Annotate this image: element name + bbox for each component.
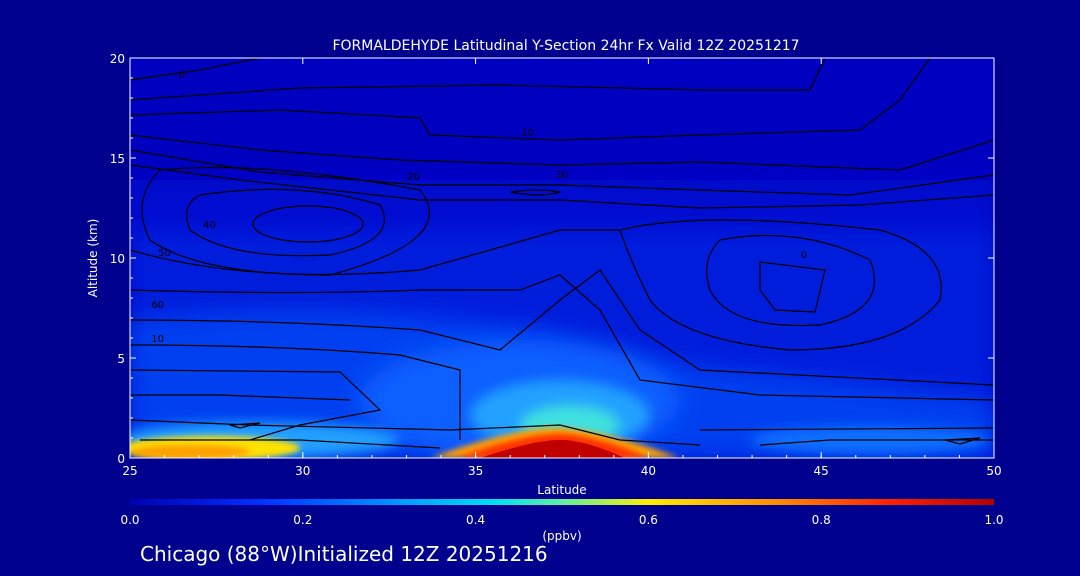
x-tick-label: 30 (295, 464, 310, 478)
x-tick-label: 45 (814, 464, 829, 478)
contour-label: 20 (407, 172, 420, 183)
colorbar-tick-label: 0.2 (293, 513, 312, 527)
y-tick-label: 15 (110, 152, 125, 166)
chart-title: FORMALDEHYDE Latitudinal Y-Section 24hr … (332, 38, 799, 54)
contour-label: 60 (151, 300, 164, 311)
contour-label: 40 (203, 220, 216, 231)
colorbar: 0.0 0.2 0.4 0.6 0.8 1.0 (ppbv) (120, 499, 1004, 543)
footer-info: Chicago (88°W)Initialized 12Z 20251216 (140, 542, 548, 566)
y-tick-label: 10 (110, 252, 125, 266)
colorbar-tick-label: 0.8 (812, 513, 831, 527)
x-tick-label: 40 (641, 464, 656, 478)
x-tick-label: 25 (122, 464, 137, 478)
concentration-field (130, 58, 994, 458)
y-tick-label: 5 (117, 352, 125, 366)
contour-label: 10 (151, 334, 164, 345)
chart-canvas: FORMALDEHYDE Latitudinal Y-Section 24hr … (86, 38, 1004, 543)
y-tick-label: 0 (117, 452, 125, 466)
contour-label: 0 (801, 250, 807, 261)
colorbar-ticks: 0.0 0.2 0.4 0.6 0.8 1.0 (120, 513, 1003, 527)
contour-label: 0 (179, 70, 185, 81)
colorbar-unit-label: (ppbv) (542, 529, 581, 543)
colorbar-tick-label: 0.0 (120, 513, 139, 527)
colorbar-gradient (130, 499, 994, 505)
y-tick-label: 20 (110, 52, 125, 66)
colorbar-tick-label: 1.0 (984, 513, 1003, 527)
colorbar-tick-label: 0.4 (466, 513, 485, 527)
colorbar-tick-label: 0.6 (639, 513, 658, 527)
x-tick-label: 50 (986, 464, 1001, 478)
contour-label: 30 (556, 170, 569, 181)
y-axis-label: Altitude (km) (86, 219, 100, 298)
contour-label: 10 (521, 128, 534, 139)
contour-label: 50 (158, 248, 171, 259)
x-tick-label: 35 (468, 464, 483, 478)
x-axis-label: Latitude (537, 483, 586, 497)
